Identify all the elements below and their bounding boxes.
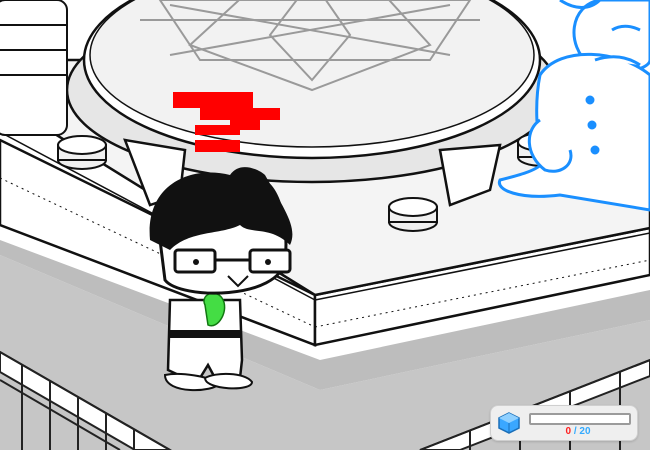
card-stack — [0, 0, 68, 136]
game-viewport[interactable]: 0 / 20 — [0, 0, 650, 450]
blue-grist-cube-icon — [498, 412, 520, 434]
alchemiter-pad — [65, 0, 559, 207]
grist-progress-bar — [529, 413, 631, 425]
game-scene[interactable] — [0, 0, 650, 450]
grist-max-value: 20 — [579, 426, 591, 437]
grist-cache-hud: 0 / 20 — [490, 405, 638, 441]
grist-counter: 0 / 20 — [529, 426, 627, 438]
